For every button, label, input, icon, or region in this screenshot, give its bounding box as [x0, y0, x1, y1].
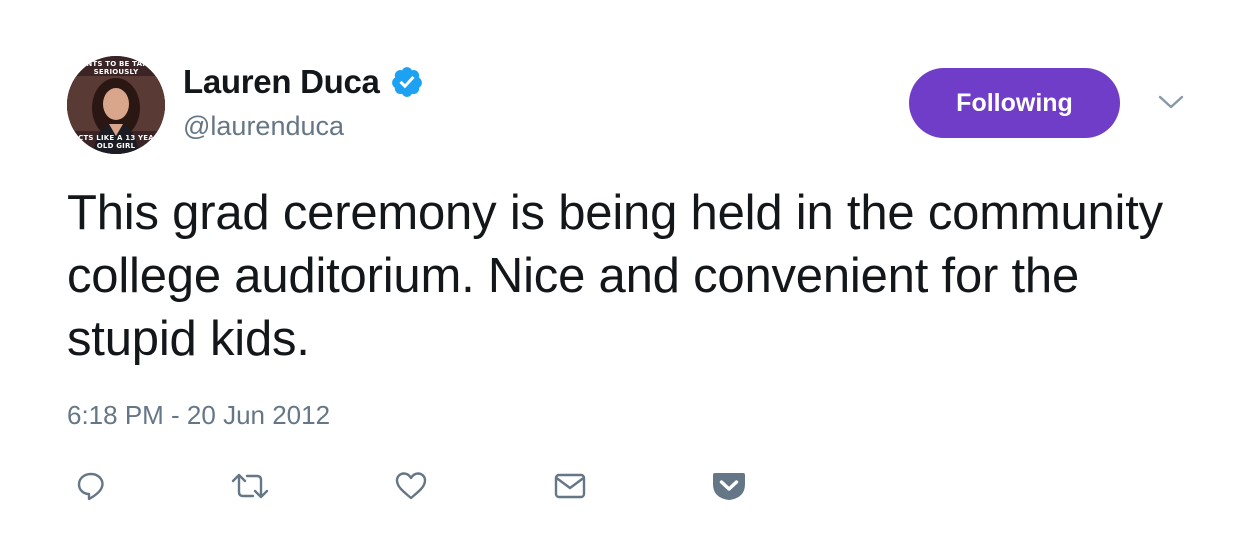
- pocket-button[interactable]: [709, 466, 749, 506]
- pocket-icon: [713, 473, 745, 500]
- following-button[interactable]: Following: [909, 68, 1120, 138]
- reply-button[interactable]: [71, 466, 111, 506]
- reply-icon: [77, 472, 104, 501]
- direct-message-button[interactable]: [550, 466, 590, 506]
- like-icon: [395, 472, 427, 500]
- retweet-button[interactable]: [230, 466, 270, 506]
- avatar-caption-top: WANTS TO BE TAKEN SERIOUSLY: [73, 60, 159, 76]
- author-handle[interactable]: @laurenduca: [183, 111, 344, 142]
- author-name-row: Lauren Duca: [183, 62, 424, 102]
- retweet-icon: [231, 473, 269, 499]
- avatar-caption-bottom: ACTS LIKE A 13 YEAR OLD GIRL: [72, 134, 160, 150]
- avatar[interactable]: WANTS TO BE TAKEN SERIOUSLY ACTS LIKE A …: [67, 56, 165, 154]
- tweet-timestamp[interactable]: 6:18 PM - 20 Jun 2012: [67, 400, 330, 431]
- author-display-name[interactable]: Lauren Duca: [183, 63, 380, 101]
- verified-badge-icon: [391, 67, 422, 97]
- tweet-text: This grad ceremony is being held in the …: [67, 186, 1163, 366]
- direct-message-icon: [554, 473, 586, 499]
- like-button[interactable]: [391, 466, 431, 506]
- chevron-down-icon[interactable]: [1157, 92, 1185, 112]
